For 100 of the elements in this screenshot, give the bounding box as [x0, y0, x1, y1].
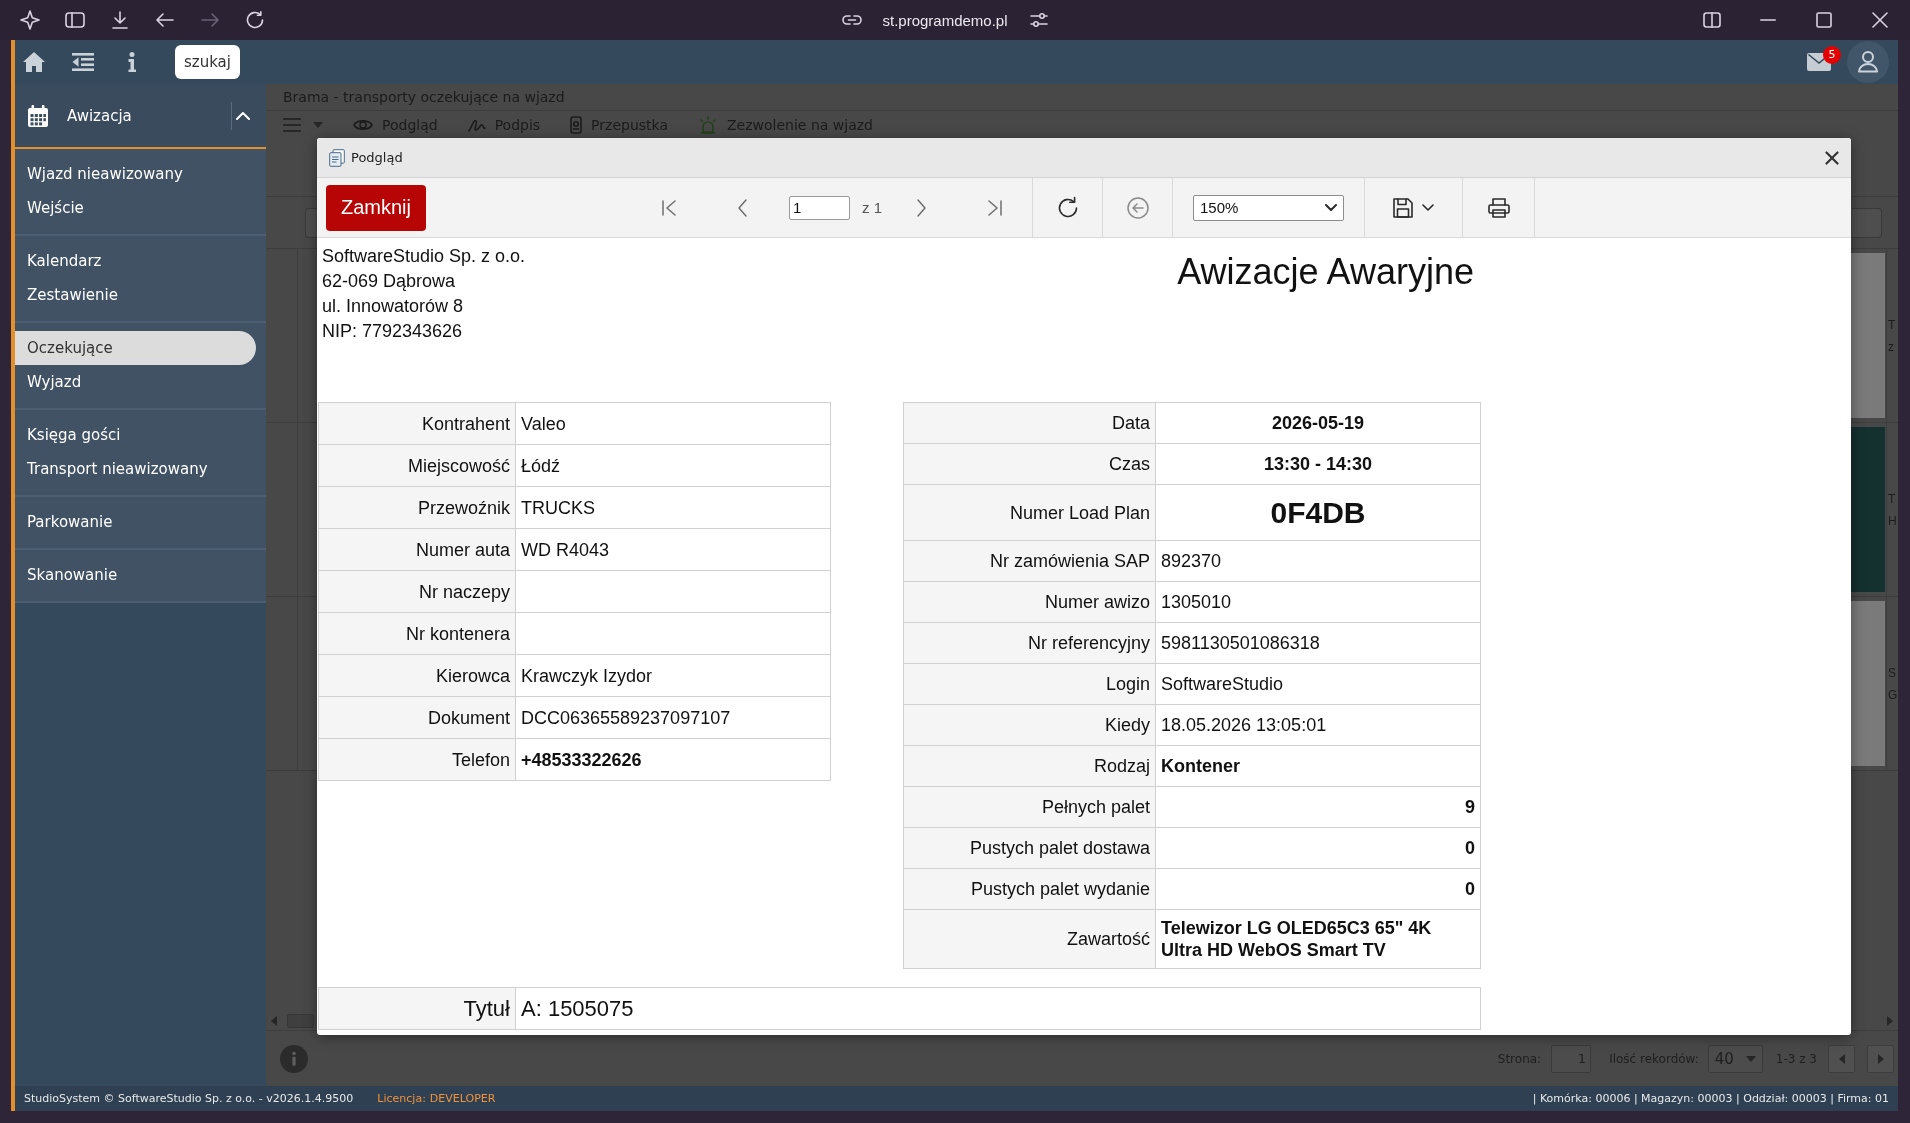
sidebar-item[interactable]: Wjazd nieawizowany	[15, 157, 256, 191]
close-icon[interactable]	[1825, 150, 1839, 165]
document-icon	[329, 148, 345, 167]
row-header-cell: Pełnych palet	[903, 786, 1156, 828]
table-cell: 18.05.2026 13:05:01	[1155, 704, 1481, 746]
sidebar-item[interactable]: Transport nieawizowany	[15, 452, 256, 486]
calendar-icon	[28, 104, 48, 127]
sidebar-item[interactable]: Zestawienie	[15, 278, 256, 312]
table-cell: 0F4DB	[1155, 484, 1481, 541]
dialog-title: Podgląd	[351, 150, 403, 165]
zoom-select[interactable]: 150%	[1193, 194, 1344, 221]
chevron-down-icon[interactable]	[1422, 204, 1434, 211]
sidebar-item[interactable]: Wejście	[15, 191, 256, 225]
back-arrow-icon[interactable]	[156, 13, 174, 27]
table-cell: 13:30 - 14:30	[1155, 443, 1481, 485]
row-header-cell: Nr referencyjny	[903, 622, 1156, 664]
row-header-cell: Kiedy	[903, 704, 1156, 746]
scrollbar-thumb[interactable]	[287, 1014, 314, 1028]
sidebar-item[interactable]: Wyjazd	[15, 365, 256, 399]
table-cell: SoftwareStudio	[1155, 663, 1481, 705]
table-cell: 5981130501086318	[1155, 622, 1481, 664]
sliders-icon[interactable]	[1029, 13, 1048, 27]
sidebar-item[interactable]: Skanowanie	[15, 558, 256, 592]
row-header-cell: Login	[903, 663, 1156, 705]
table-cell: 0	[1155, 827, 1481, 869]
eye-icon	[353, 118, 373, 132]
page-field[interactable]: 1	[789, 195, 850, 220]
row-header-cell: Miejscowość	[318, 444, 516, 487]
link-icon	[842, 15, 863, 25]
caret-icon	[1745, 1055, 1756, 1062]
beacon-icon	[698, 116, 718, 134]
table-cell: 2026-05-19	[1155, 402, 1481, 444]
address-line: NIP: 7792343626	[322, 320, 464, 343]
row-header-cell: Czas	[903, 443, 1156, 485]
home-icon[interactable]	[22, 51, 46, 73]
report-title: Awizacje Awaryjne	[1177, 251, 1475, 293]
back-circle-icon[interactable]	[1126, 196, 1149, 219]
row-header-cell: Numer Load Plan	[903, 484, 1156, 541]
outdent-icon[interactable]	[72, 53, 94, 71]
sidebar-item[interactable]: Parkowanie	[15, 505, 256, 539]
chevron-up-icon[interactable]	[236, 111, 250, 120]
table-cell: DCC06365589237097107	[515, 696, 831, 739]
row-header-cell: Dokument	[318, 696, 516, 739]
row-header-cell: Nr naczepy	[318, 570, 516, 613]
table-cell: TRUCKS	[515, 486, 831, 529]
address-line: 62-069 Dąbrowa	[322, 270, 457, 293]
row-header-cell: Przewoźnik	[318, 486, 516, 529]
chevron-right-icon[interactable]	[917, 198, 926, 217]
license-value: DEVELOPER	[429, 1092, 496, 1105]
first-page-icon[interactable]	[662, 199, 676, 216]
menu-section-header[interactable]: Awizacja	[15, 84, 266, 149]
last-page-icon[interactable]	[988, 199, 1002, 216]
table-cell: Łódź	[515, 444, 831, 487]
row-header-cell: Nr zamówienia SAP	[903, 540, 1156, 582]
address-line: SoftwareStudio Sp. z o.o.	[322, 245, 526, 268]
chevron-down-icon	[1325, 204, 1337, 211]
row-header-cell: Numer auta	[318, 528, 516, 571]
sidebar-icon[interactable]	[65, 12, 85, 28]
table-cell: WD R4043	[515, 528, 831, 571]
sidebar-item[interactable]: Oczekujące	[15, 331, 256, 365]
row-header-cell: Tytuł	[318, 987, 516, 1030]
row-header-cell: Numer awizo	[903, 581, 1156, 623]
chevron-left-icon[interactable]	[738, 198, 747, 217]
row-header-cell: Telefon	[318, 738, 516, 781]
table-cell: Valeo	[515, 402, 831, 445]
filter-field[interactable]	[1852, 207, 1882, 238]
sidebar-item[interactable]: Księga gości	[15, 418, 256, 452]
triangle-left-icon	[1838, 1053, 1845, 1064]
reload-icon[interactable]	[246, 11, 264, 29]
page-count: z 1	[862, 199, 882, 216]
table-cell: Krawczyk Izydor	[515, 654, 831, 697]
star-icon[interactable]	[20, 10, 40, 30]
print-icon[interactable]	[1487, 197, 1510, 218]
copyright-text: StudioSystem © SoftwareStudio Sp. z o.o. - v2026.1.4.9500	[24, 1092, 354, 1105]
close-button[interactable]: Zamknij	[326, 184, 426, 231]
table-cell: 0	[1155, 868, 1481, 910]
table-cell: 892370	[1155, 540, 1481, 582]
save-icon[interactable]	[1393, 197, 1413, 218]
table-cell: Telewizor LG OLED65C3 65" 4K Ultra HD WebOS Smart TV	[1155, 909, 1481, 969]
row-header-cell: Rodzaj	[903, 745, 1156, 787]
context-info: | Komórka: 00006 | Magazyn: 00003 | Oddział: 00003 | Firma: 01	[1532, 1092, 1889, 1105]
address-line: ul. Innowatorów 8	[322, 295, 465, 318]
license-label: Licencja:	[377, 1092, 426, 1105]
search-button[interactable]: szukaj	[175, 45, 240, 79]
filter-field[interactable]	[305, 207, 317, 238]
info-icon[interactable]	[128, 52, 136, 72]
row-header-cell: Pustych palet wydanie	[903, 868, 1156, 910]
url-text[interactable]: st.programdemo.pl	[882, 11, 1008, 29]
user-avatar-icon[interactable]	[1847, 41, 1889, 83]
table-cell: 1305010	[1155, 581, 1481, 623]
row-header-cell: Data	[903, 402, 1156, 444]
table-cell: A: 1505075	[515, 987, 1481, 1030]
download-icon[interactable]	[112, 11, 128, 29]
row-header-cell: Zawartość	[903, 909, 1156, 969]
row-header-cell: Nr kontenera	[318, 612, 516, 655]
split-view-icon[interactable]	[1703, 12, 1721, 28]
sidebar-item[interactable]: Kalendarz	[15, 244, 256, 278]
row-header-cell: Pustych palet dostawa	[903, 827, 1156, 869]
triangle-right-icon	[1877, 1053, 1884, 1064]
maximize-icon[interactable]	[1816, 12, 1832, 28]
